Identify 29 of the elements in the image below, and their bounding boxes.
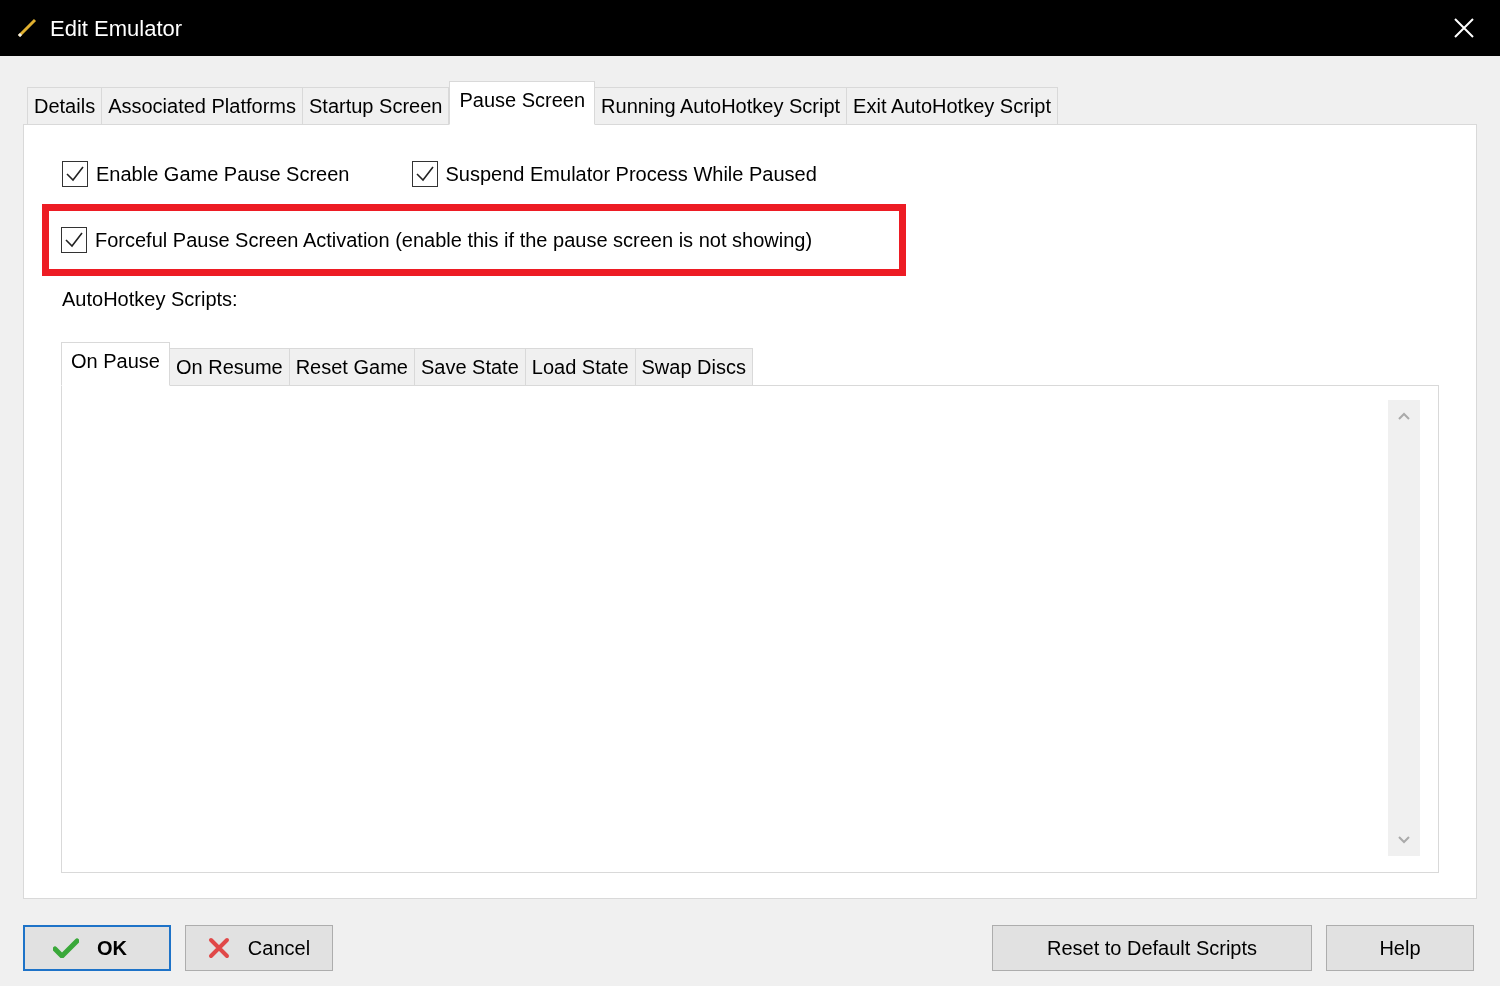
checkbox-label: Enable Game Pause Screen (96, 162, 350, 187)
dialog-button[interactable]: Reset to Default Scripts (992, 925, 1312, 971)
tab[interactable]: On Resume (168, 348, 290, 385)
tab[interactable]: Startup Screen (302, 87, 450, 124)
checkbox-label: Suspend Emulator Process While Paused (445, 162, 817, 187)
tab[interactable]: Load State (524, 348, 636, 385)
close-icon (1453, 17, 1475, 39)
checkbox[interactable] (62, 161, 88, 187)
tab[interactable]: Exit AutoHotkey Script (846, 87, 1058, 124)
ok-button[interactable]: OK (23, 925, 171, 971)
tab[interactable]: Details (27, 87, 103, 124)
checkbox[interactable] (411, 161, 438, 187)
tab[interactable]: On Pause (61, 342, 170, 386)
tab[interactable]: Pause Screen (449, 81, 596, 125)
checkbox-label: Forceful Pause Screen Activation (enable this if the pause screen is not showing) (95, 228, 813, 253)
tab[interactable]: Reset Game (288, 348, 415, 385)
pencil-icon (16, 17, 38, 39)
cancel-button[interactable]: Cancel (185, 925, 333, 971)
checkbox[interactable] (61, 227, 87, 253)
window-title: Edit Emulator (50, 14, 183, 43)
chevron-down-icon (1398, 836, 1410, 844)
cross-icon (207, 937, 230, 959)
tab[interactable]: Swap Discs (634, 348, 753, 385)
chevron-up-icon (1398, 412, 1410, 420)
scrollbar[interactable] (1388, 400, 1420, 856)
section-label: AutoHotkey Scripts: (61, 287, 239, 312)
tab[interactable]: Save State (413, 348, 526, 385)
dialog-button[interactable]: Help (1326, 925, 1474, 971)
checkmark-icon (53, 938, 79, 958)
